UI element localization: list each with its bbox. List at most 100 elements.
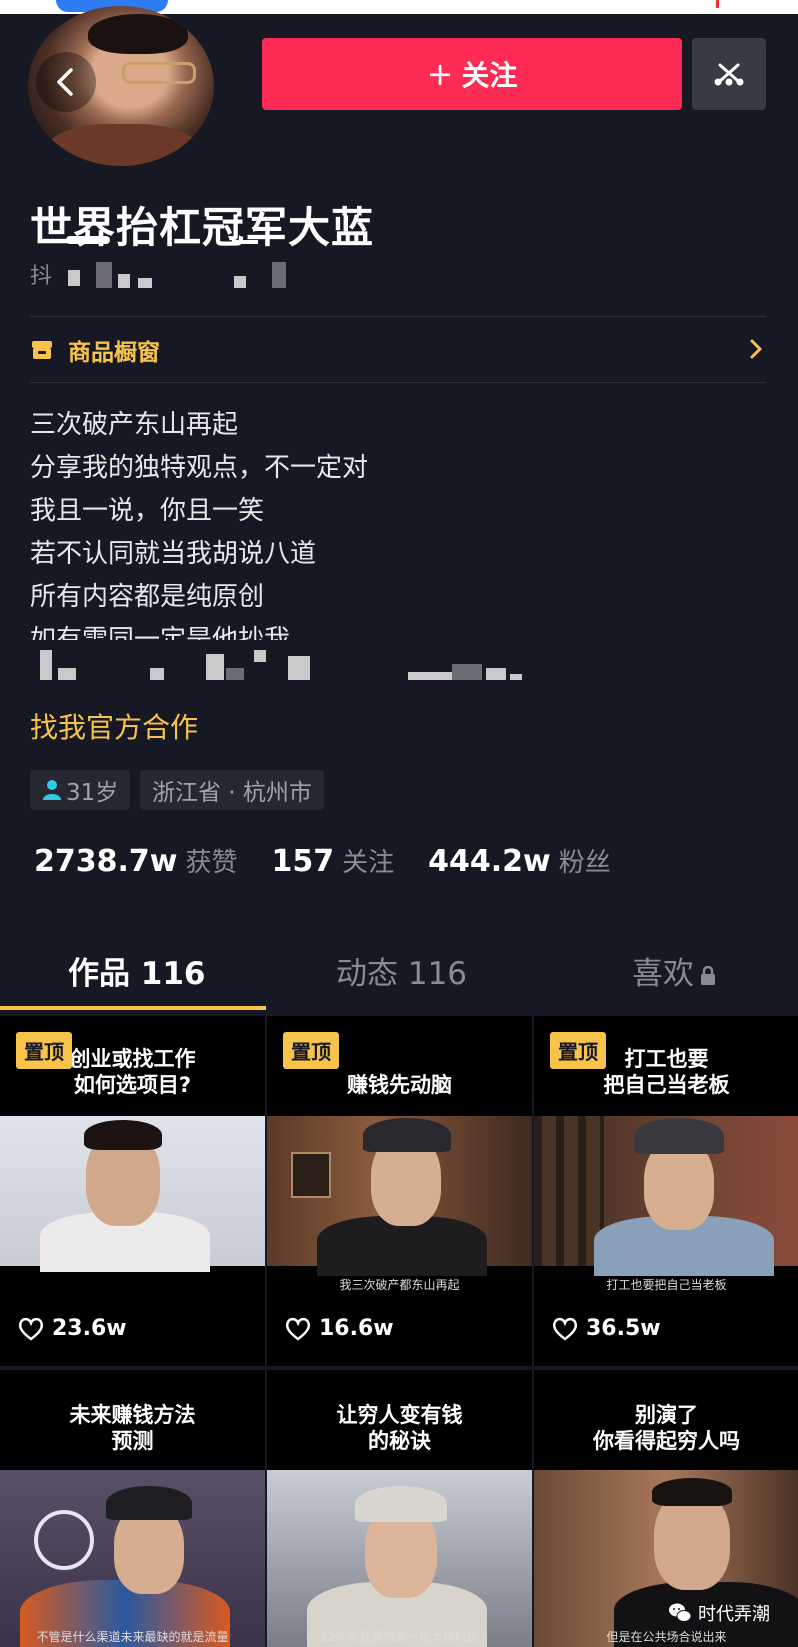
back-button[interactable] bbox=[36, 52, 96, 112]
more-icon bbox=[714, 63, 744, 86]
video-card[interactable]: 创业或找工作 如何选项目? 置顶 23.6w bbox=[0, 1016, 265, 1366]
video-caption-line: 的秘诀 bbox=[368, 1429, 431, 1453]
chevron-right-icon bbox=[750, 339, 762, 359]
video-likes: 36.5w bbox=[552, 1316, 661, 1341]
video-caption-line: 你看得起穷人吗 bbox=[593, 1429, 740, 1453]
video-subtitle: 打工也要把自己当老板 bbox=[606, 1278, 727, 1292]
redaction bbox=[408, 672, 452, 680]
pinned-badge: 置顶 bbox=[16, 1032, 72, 1069]
pinned-badge: 置顶 bbox=[283, 1032, 339, 1069]
video-likes-count: 16.6w bbox=[319, 1316, 394, 1341]
tab-works[interactable]: 作品 116 bbox=[68, 948, 206, 993]
divider bbox=[30, 382, 766, 383]
wechat-icon bbox=[669, 1603, 692, 1622]
video-card[interactable]: 打工也要 把自己当老板 打工也要把自己当老板 置顶 36.5w bbox=[534, 1016, 798, 1366]
profile-tabs: 作品 116 动态 116 喜欢 bbox=[0, 940, 798, 1010]
video-caption-line: 别演了 bbox=[635, 1403, 698, 1427]
age-text: 31岁 bbox=[66, 780, 119, 806]
redaction bbox=[226, 668, 244, 680]
video-thumbnail bbox=[0, 1116, 265, 1272]
tab-activity[interactable]: 动态 116 bbox=[336, 948, 467, 993]
video-subtitle: 我三次破产都东山再起 bbox=[339, 1278, 460, 1292]
video-caption-line: 如何选项目? bbox=[73, 1073, 192, 1097]
followers-count[interactable]: 444.2w bbox=[428, 844, 551, 879]
heart-icon bbox=[18, 1317, 44, 1341]
video-caption-line: 让穷人变有钱 bbox=[336, 1403, 463, 1427]
watermark: 时代弄潮 bbox=[668, 1600, 770, 1626]
status-indicator bbox=[716, 0, 719, 8]
bio-line: 三次破产东山再起 bbox=[30, 410, 239, 440]
watermark-text: 时代弄潮 bbox=[698, 1604, 770, 1625]
divider bbox=[30, 316, 766, 317]
profile-name: 世界抬杠冠军大蓝 bbox=[30, 203, 375, 252]
active-tab-indicator bbox=[0, 1006, 266, 1010]
video-likes: 16.6w bbox=[285, 1316, 394, 1341]
video-card[interactable]: 赚钱先动脑 我三次破产都东山再起 置顶 16.6w bbox=[267, 1016, 532, 1366]
video-card[interactable]: 让穷人变有钱 的秘诀 12年前我偶然跟一位大佬吃饭 bbox=[267, 1370, 532, 1647]
pinned-badge: 置顶 bbox=[550, 1032, 606, 1069]
redaction bbox=[288, 656, 310, 680]
redaction bbox=[40, 650, 52, 680]
redaction bbox=[254, 650, 266, 662]
bio-line: 若不认同就当我胡说八道 bbox=[30, 539, 317, 569]
redaction bbox=[232, 240, 258, 244]
likes-label: 获赞 bbox=[185, 848, 238, 878]
bio-line: 我且一说，你且一笑 bbox=[30, 496, 265, 526]
heart-icon bbox=[285, 1317, 311, 1341]
likes-count: 2738.7w bbox=[34, 844, 178, 879]
redaction bbox=[486, 668, 506, 680]
video-likes-count: 23.6w bbox=[52, 1316, 127, 1341]
lock-icon bbox=[701, 965, 715, 985]
video-likes: 23.6w bbox=[18, 1316, 127, 1341]
profile-stats: 2738.7w 获赞 157 关注 444.2w 粉丝 bbox=[34, 842, 645, 879]
video-thumbnail bbox=[267, 1116, 532, 1276]
shop-window-row[interactable]: 商品橱窗 bbox=[30, 330, 766, 370]
follow-label: 关注 bbox=[461, 59, 518, 92]
person-icon bbox=[43, 780, 61, 800]
shop-icon bbox=[32, 341, 52, 359]
redaction bbox=[138, 278, 152, 288]
video-caption-line: 赚钱先动脑 bbox=[347, 1073, 452, 1097]
heart-icon bbox=[552, 1317, 578, 1341]
redaction bbox=[510, 674, 522, 680]
following-count[interactable]: 157 bbox=[272, 844, 335, 879]
video-caption-line: 预测 bbox=[111, 1429, 154, 1453]
followers-label[interactable]: 粉丝 bbox=[559, 842, 611, 879]
redaction bbox=[272, 262, 286, 288]
redaction bbox=[66, 236, 110, 244]
video-caption-line: 把自己当老板 bbox=[603, 1073, 730, 1097]
redaction bbox=[68, 270, 80, 286]
follow-button[interactable]: + 关注 bbox=[262, 38, 682, 110]
tab-likes[interactable]: 喜欢 bbox=[632, 948, 716, 993]
following-label[interactable]: 关注 bbox=[342, 842, 394, 879]
redaction bbox=[150, 668, 164, 680]
video-caption-line: 未来赚钱方法 bbox=[69, 1403, 196, 1427]
location-tag: 浙江省 · 杭州市 bbox=[140, 770, 324, 810]
bio: 三次破产东山再起 分享我的独特观点，不一定对 我且一说，你且一笑 若不认同就当我… bbox=[30, 404, 368, 662]
douyin-id-prefix: 抖 bbox=[30, 264, 53, 289]
bio-line: 所有内容都是纯原创 bbox=[30, 582, 265, 612]
redaction bbox=[30, 640, 540, 654]
shop-window-label: 商品橱窗 bbox=[68, 340, 160, 366]
more-button[interactable] bbox=[692, 38, 766, 110]
video-subtitle: 但是在公共场合说出来 bbox=[606, 1630, 727, 1644]
redaction bbox=[58, 668, 76, 680]
location-text: 浙江省 · 杭州市 bbox=[152, 780, 312, 806]
tab-likes-label: 喜欢 bbox=[632, 956, 694, 992]
video-likes-count: 36.5w bbox=[586, 1316, 661, 1341]
age-tag: 31岁 bbox=[30, 770, 131, 810]
plus-icon: + bbox=[426, 55, 454, 93]
video-card[interactable]: 未来赚钱方法 预测 不管是什么渠道未来最缺的就是流量 bbox=[0, 1370, 265, 1647]
video-thumbnail bbox=[534, 1116, 798, 1276]
video-subtitle: 不管是什么渠道未来最缺的就是流量 bbox=[36, 1630, 229, 1644]
chevron-left-icon bbox=[57, 68, 73, 96]
redaction bbox=[234, 276, 246, 288]
video-thumbnail bbox=[267, 1470, 532, 1647]
official-cooperation-link[interactable]: 找我官方合作 bbox=[30, 706, 198, 746]
video-subtitle: 12年前我偶然跟一位大佬吃饭 bbox=[319, 1630, 480, 1644]
redaction bbox=[96, 262, 112, 288]
bio-line: 分享我的独特观点，不一定对 bbox=[30, 453, 369, 483]
video-thumbnail bbox=[0, 1470, 265, 1647]
redaction bbox=[452, 664, 482, 680]
redaction bbox=[118, 274, 130, 288]
